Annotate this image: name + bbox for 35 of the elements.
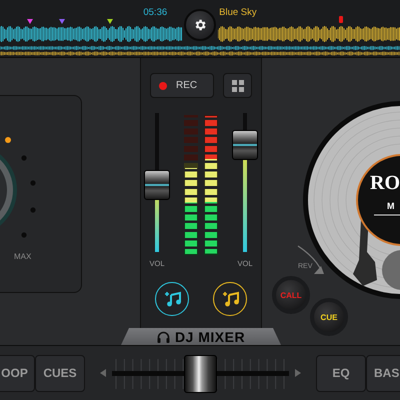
cue-marker-icon[interactable]	[59, 19, 65, 24]
cue-marker-icon[interactable]	[107, 19, 113, 24]
crossfader-slider[interactable]	[112, 353, 289, 393]
crossfader-thumb[interactable]	[184, 355, 217, 393]
headphones-icon	[156, 330, 170, 342]
call-button[interactable]: CALL	[272, 276, 310, 314]
settings-button[interactable]	[184, 9, 216, 41]
add-music-button[interactable]	[155, 282, 189, 316]
knob-max-label: MAX	[14, 252, 32, 261]
effect-button[interactable]: BAS	[366, 354, 400, 392]
slider-thumb[interactable]	[144, 170, 170, 200]
grid-button[interactable]	[223, 73, 252, 98]
track-title: Blue Sky	[219, 7, 257, 20]
track-time: 05:36	[143, 7, 168, 20]
record-label-text: M	[387, 201, 394, 211]
grid-icon	[232, 80, 244, 92]
deck-mode-button[interactable]: CUES	[35, 354, 85, 392]
add-music-icon	[221, 291, 239, 307]
settings-icon	[193, 18, 207, 32]
overview-waveform-drawing[interactable]	[0, 45, 400, 57]
record-button[interactable]: REC	[150, 73, 214, 98]
record-dot-icon	[159, 82, 167, 90]
playhead-marker-icon	[339, 16, 343, 23]
add-music-icon	[163, 291, 181, 307]
reverse-arrow-icon	[296, 244, 326, 276]
effect-button[interactable]: EQ	[316, 354, 366, 392]
left-arrow-icon[interactable]	[100, 369, 106, 377]
deck-mode-button[interactable]: OOP	[0, 354, 35, 392]
right-arrow-icon[interactable]	[295, 369, 301, 377]
slider-thumb[interactable]	[232, 130, 258, 160]
record-label-text: RO	[370, 172, 400, 195]
cue-button[interactable]: CUE	[310, 298, 348, 336]
add-music-button[interactable]	[213, 282, 247, 316]
cue-marker-icon[interactable]	[27, 19, 33, 24]
mixer-title: DJ MIXER	[174, 328, 246, 344]
